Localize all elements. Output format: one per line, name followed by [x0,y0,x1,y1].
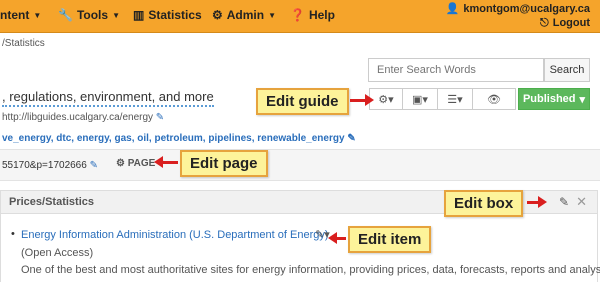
eye-icon: 👁 [487,93,501,106]
guide-layout-button[interactable]: ☰▾ [437,88,473,110]
arrow-edit-guide [350,94,374,106]
published-label: Published [522,93,576,105]
nav-tools-menu[interactable]: 🔧 Tools ▼ [58,8,120,22]
page-id: 55170&p=1702666 [2,160,87,171]
close-icon[interactable]: ✕ [576,194,587,210]
callout-edit-page: Edit page [180,150,268,177]
bar-chart-icon: ▥ [133,8,145,22]
page-row: 55170&p=1702666 ✎ ⚙ PAGE ▾ [0,149,600,181]
help-icon: ❓ [290,8,305,22]
arrow-edit-box [527,196,547,208]
guide-url: http://libguides.ucalgary.ca/energy [2,112,154,123]
guide-tags[interactable]: ve_energy, dtc, energy, gas, oil, petrol… [2,133,345,144]
top-nav-bar: ntent ▼ 🔧 Tools ▼ ▥ Statistics ⚙ Admin ▼… [0,0,600,33]
image-icon: ▣▾ [412,93,428,106]
nav-admin-label: Admin [226,8,265,22]
user-account[interactable]: 👤 kmontgom@ucalgary.ca [446,2,590,16]
item-access: (Open Access) [21,247,94,259]
guide-url-row: http://libguides.ucalgary.ca/energy ✎ [2,112,164,123]
caret-down-icon: ▼ [268,10,277,20]
nav-help-label: Help [308,8,335,22]
guide-description[interactable]: , regulations, environment, and more [2,89,214,107]
box-title: Prices/Statistics [9,196,94,208]
item-link[interactable]: Energy Information Administration (U.S. … [21,229,329,241]
caret-down-icon: ▼ [33,10,42,20]
logout-label: Logout [552,17,590,29]
arrow-edit-item [328,232,346,244]
guide-image-button[interactable]: ▣▾ [402,88,438,110]
page-id-row: 55170&p=1702666 ✎ [2,160,98,171]
user-menu: 👤 kmontgom@ucalgary.ca ⎋ Logout [446,2,590,30]
nav-statistics-link[interactable]: ▥ Statistics [133,8,202,22]
edit-url-pencil-icon[interactable]: ✎ [156,112,164,123]
layout-icon: ☰▾ [447,93,463,106]
callout-edit-guide: Edit guide [256,88,349,115]
nav-admin-menu[interactable]: ⚙ Admin ▼ [212,8,276,22]
logout-icon: ⎋ [540,17,549,29]
nav-tools-label: Tools [76,8,109,22]
logout-link[interactable]: ⎋ Logout [446,16,590,30]
page-settings-label: PAGE [127,158,156,169]
guide-tags-row: ve_energy, dtc, energy, gas, oil, petrol… [2,133,356,144]
nav-help-link[interactable]: ❓ Help [290,8,335,22]
callout-edit-box: Edit box [444,190,524,217]
gear-icon: ⚙▾ [378,93,394,106]
nav-content-label: ntent [0,8,30,22]
search-input[interactable] [368,58,544,82]
edit-box-pencil-icon[interactable]: ✎ [559,195,569,209]
gears-icon: ⚙ [116,158,125,169]
nav-statistics-label: Statistics [148,8,202,22]
user-icon: 👤 [445,3,460,15]
item-description: One of the best and most authoritative s… [21,264,600,276]
bullet-icon: • [11,228,15,240]
edit-page-url-pencil-icon[interactable]: ✎ [90,160,98,171]
callout-edit-item: Edit item [348,226,432,253]
guide-toolbar: ⚙▾ ▣▾ ☰▾ 👁 [369,88,516,110]
search-button[interactable]: Search [544,58,590,82]
breadcrumb: /Statistics [2,38,45,49]
caret-down-icon: ▾ [579,93,586,106]
arrow-edit-page [154,156,178,168]
edit-tags-pencil-icon[interactable]: ✎ [347,133,355,144]
guide-preview-button[interactable]: 👁 [472,88,516,110]
gear-icon: ⚙ [212,8,223,22]
published-button[interactable]: Published ▾ [518,88,590,110]
user-email: kmontgom@ucalgary.ca [463,3,590,15]
caret-down-icon: ▼ [112,10,120,20]
guide-settings-button[interactable]: ⚙▾ [369,88,403,110]
nav-content-menu[interactable]: ntent ▼ [0,8,41,22]
wrench-icon: 🔧 [58,8,73,22]
